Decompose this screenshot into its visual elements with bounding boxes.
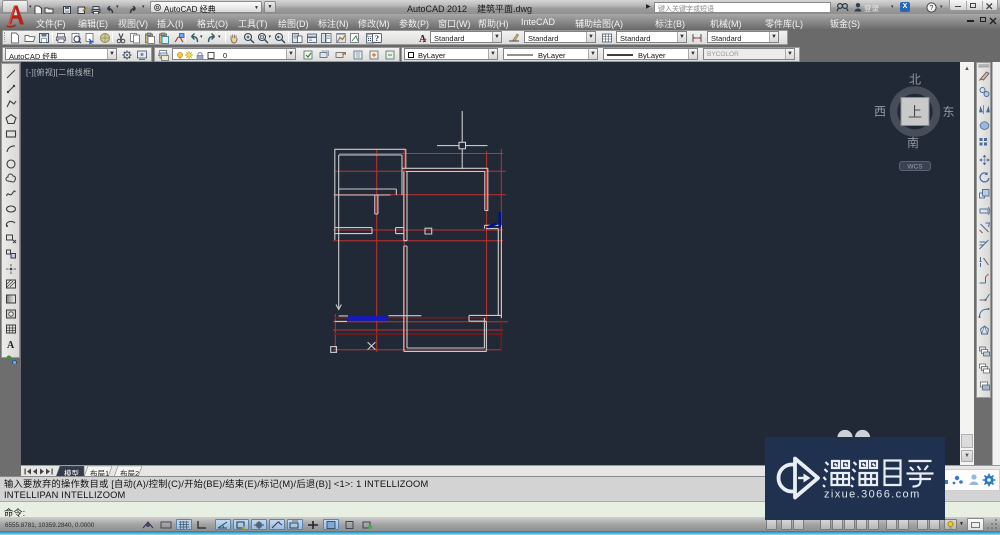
svg-text:A: A xyxy=(7,340,15,351)
svg-text:南: 南 xyxy=(907,135,919,150)
svg-text:上: 上 xyxy=(908,104,922,120)
svg-text:西: 西 xyxy=(874,105,886,119)
svg-text:WCS: WCS xyxy=(907,164,923,171)
svg-text:?: ? xyxy=(930,5,934,12)
svg-text:?: ? xyxy=(375,34,379,43)
svg-text:zixue.3066.com: zixue.3066.com xyxy=(824,489,921,501)
svg-text:北: 北 xyxy=(909,73,921,87)
svg-text:东: 东 xyxy=(942,105,954,119)
